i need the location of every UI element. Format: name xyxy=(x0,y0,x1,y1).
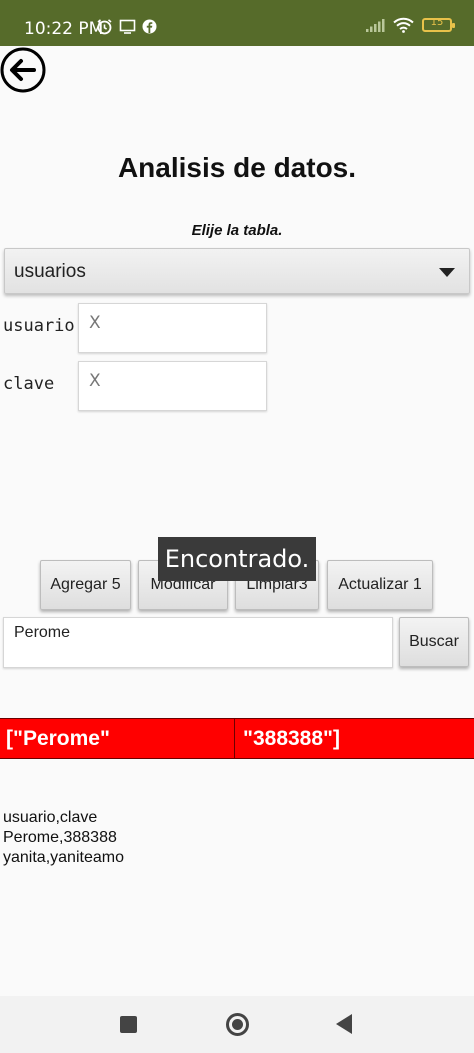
result-row: ["Perome" "388388"] xyxy=(0,718,474,759)
table-dropdown-value: usuarios xyxy=(14,261,86,282)
recent-apps-icon[interactable] xyxy=(120,1016,137,1033)
battery-level: 15 xyxy=(430,17,444,28)
usuario-input[interactable] xyxy=(79,304,266,352)
page-title: Analisis de datos. xyxy=(117,152,357,183)
back-arrow-icon[interactable] xyxy=(0,47,48,95)
update-button[interactable]: Actualizar 1 xyxy=(327,560,433,610)
alarm-icon xyxy=(97,19,112,35)
csv-line: yanita,yaniteamo xyxy=(3,849,124,866)
usuario-label: usuario xyxy=(3,316,75,336)
search-button[interactable]: Buscar xyxy=(399,617,469,667)
search-input[interactable] xyxy=(4,618,392,667)
csv-line: Perome,388388 xyxy=(3,829,117,846)
result-cell-clave: "388388"] xyxy=(243,726,340,750)
navigation-bar xyxy=(0,996,474,1053)
clave-field-box xyxy=(78,361,267,411)
csv-line: usuario,clave xyxy=(3,809,98,826)
toast-message: Encontrado. xyxy=(158,537,316,581)
wifi-icon xyxy=(393,17,414,33)
battery-icon: 15 xyxy=(422,17,455,32)
cast-icon xyxy=(119,19,136,34)
table-prompt: Elije la tabla. xyxy=(191,222,283,239)
status-time: 10:22 PM xyxy=(24,19,104,39)
clave-label: clave xyxy=(3,374,55,394)
home-icon[interactable] xyxy=(226,1013,249,1036)
facebook-icon xyxy=(142,19,157,34)
add-button[interactable]: Agregar 5 xyxy=(40,560,131,610)
csv-output: usuario,clave Perome,388388 yanita,yanit… xyxy=(3,808,124,868)
usuario-field-box xyxy=(78,303,267,353)
dropdown-arrow-icon xyxy=(439,268,455,277)
nav-back-icon[interactable] xyxy=(336,1014,352,1034)
result-cell-usuario: ["Perome" xyxy=(0,719,235,758)
status-bar: 10:22 PM 15 xyxy=(0,0,474,46)
signal-icon xyxy=(366,18,385,32)
table-dropdown[interactable]: usuarios xyxy=(4,248,470,294)
search-field-box xyxy=(3,617,393,668)
clave-input[interactable] xyxy=(79,362,266,410)
